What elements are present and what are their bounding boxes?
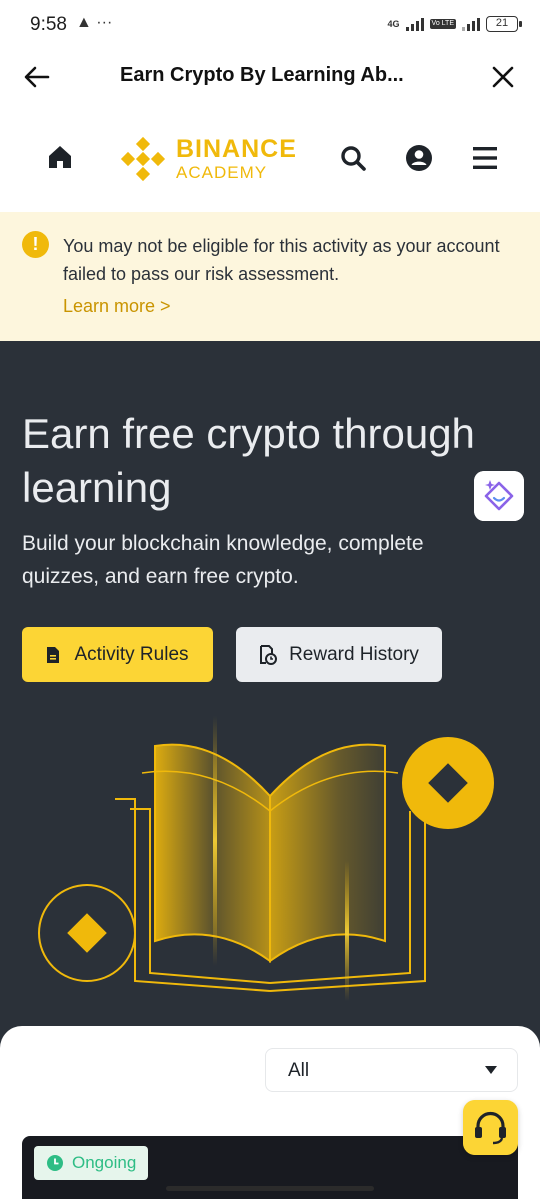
notification-icons: ▲ ··· — [76, 14, 113, 31]
volte-icon: Vo LTE — [429, 19, 456, 29]
status-badge-label: Ongoing — [72, 1153, 137, 1172]
courses-panel: All Ongoing — [0, 1026, 540, 1199]
page-title: Earn Crypto By Learning Ab... — [120, 64, 404, 86]
logo-primary-text: BINANCE — [176, 135, 297, 163]
back-arrow-icon[interactable] — [22, 62, 52, 92]
caret-down-icon — [485, 1066, 497, 1074]
binance-academy-logo[interactable]: BINANCE ACADEMY — [120, 136, 297, 182]
signal-icon — [405, 17, 424, 31]
user-icon[interactable] — [404, 143, 434, 173]
webview-header: Earn Crypto By Learning Ab... — [0, 52, 540, 100]
search-icon[interactable] — [338, 143, 368, 173]
logo-secondary-text: ACADEMY — [176, 163, 268, 182]
warning-message: You may not be eligible for this activit… — [63, 236, 500, 284]
close-icon[interactable] — [488, 62, 518, 92]
learn-more-link[interactable]: Learn more > — [63, 296, 171, 317]
reward-history-button[interactable]: Reward History — [236, 627, 442, 682]
document-icon — [47, 646, 60, 663]
ai-assistant-icon[interactable] — [474, 471, 524, 521]
status-indicators: 4G Vo LTE 21 — [387, 16, 522, 32]
clock-icon — [47, 1155, 63, 1171]
status-badge: Ongoing — [34, 1146, 149, 1180]
hero-title: Earn free crypto through learning — [22, 410, 475, 511]
status-bar: 9:58 ▲ ··· 4G Vo LTE 21 — [0, 0, 540, 52]
reward-history-label: Reward History — [289, 643, 419, 665]
signal-icon — [462, 17, 480, 31]
support-headset-icon[interactable] — [463, 1100, 518, 1155]
battery-icon: 21 — [486, 16, 522, 32]
eligibility-warning-banner: ! You may not be eligible for this activ… — [0, 212, 540, 341]
site-navbar: BINANCE ACADEMY — [0, 112, 540, 212]
home-icon[interactable] — [46, 143, 74, 171]
binance-logo-icon — [120, 136, 166, 182]
activity-rules-button[interactable]: Activity Rules — [22, 627, 213, 682]
filter-selected-value: All — [288, 1060, 310, 1081]
activity-rules-label: Activity Rules — [74, 643, 189, 665]
status-filter-select[interactable]: All — [265, 1048, 518, 1092]
menu-icon[interactable] — [470, 144, 500, 172]
history-icon — [260, 644, 278, 665]
hero-subtitle: Build your blockchain knowledge, complet… — [22, 532, 424, 588]
status-time: 9:58 — [30, 14, 67, 35]
network-type: 4G — [387, 18, 400, 29]
home-indicator[interactable] — [166, 1186, 374, 1191]
open-book-illustration — [38, 716, 494, 1001]
warning-icon: ! — [22, 231, 49, 258]
